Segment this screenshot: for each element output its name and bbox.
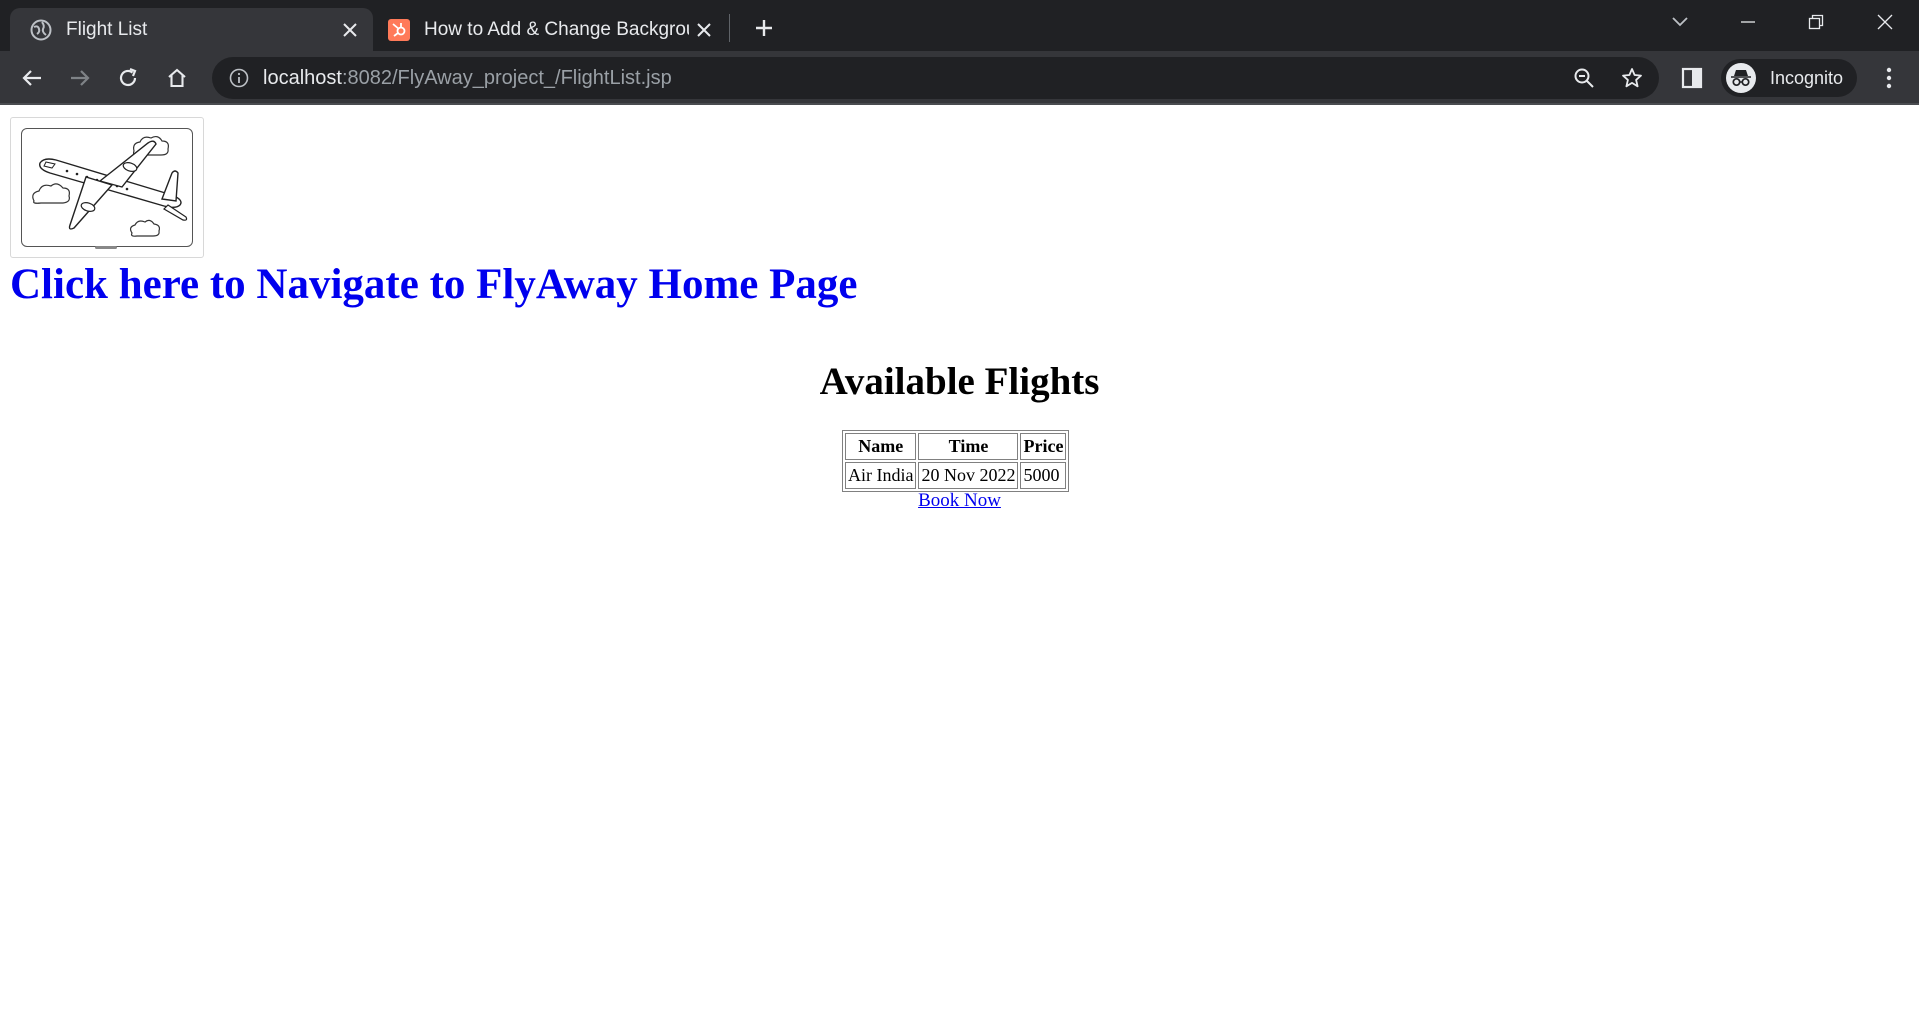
column-header-time: Time bbox=[918, 433, 1019, 460]
home-icon bbox=[168, 68, 186, 88]
flight-name-cell: Air India bbox=[845, 462, 917, 489]
bookmark-star-icon[interactable] bbox=[1614, 60, 1650, 96]
url-host: localhost bbox=[263, 66, 342, 89]
zoom-icon[interactable] bbox=[1566, 60, 1602, 96]
restore-icon bbox=[1808, 14, 1824, 30]
minimize-icon bbox=[1741, 21, 1755, 23]
globe-icon bbox=[30, 19, 52, 41]
menu-button[interactable] bbox=[1871, 60, 1907, 96]
back-button[interactable] bbox=[14, 60, 50, 96]
flight-time-cell: 20 Nov 2022 bbox=[918, 462, 1019, 489]
arrow-left-icon bbox=[22, 70, 41, 86]
table-header-row: Name Time Price bbox=[845, 433, 1067, 460]
new-tab-button[interactable] bbox=[746, 10, 782, 46]
forward-button[interactable] bbox=[62, 60, 98, 96]
home-button[interactable] bbox=[159, 60, 195, 96]
tab-title: Flight List bbox=[66, 18, 148, 40]
browser-tabstrip: Flight List How to Add & Change Backgrou… bbox=[0, 0, 1919, 51]
home-page-link[interactable]: Click here to Navigate to FlyAway Home P… bbox=[10, 260, 857, 309]
address-bar[interactable]: localhost:8082/FlyAway_project_/FlightLi… bbox=[212, 57, 1659, 99]
incognito-icon bbox=[1726, 63, 1756, 93]
plus-icon bbox=[756, 20, 772, 36]
close-icon[interactable] bbox=[335, 15, 365, 45]
airplane-logo-image bbox=[10, 117, 204, 258]
tab-search-button[interactable] bbox=[1652, 0, 1708, 44]
page-title: Available Flights bbox=[819, 360, 1100, 403]
profile-label: Incognito bbox=[1770, 67, 1844, 88]
hubspot-icon bbox=[388, 18, 410, 41]
tab-title: How to Add & Change Background bbox=[424, 18, 689, 40]
table-row: Air India 20 Nov 2022 5000 bbox=[845, 462, 1067, 489]
close-icon bbox=[1877, 14, 1893, 30]
url-text: localhost:8082/FlyAway_project_/FlightLi… bbox=[263, 67, 672, 90]
restore-button[interactable] bbox=[1788, 0, 1844, 44]
side-panel-button[interactable] bbox=[1674, 60, 1710, 96]
column-header-price: Price bbox=[1020, 433, 1067, 460]
url-path: :8082/FlyAway_project_/FlightList.jsp bbox=[341, 66, 672, 89]
kebab-menu-icon bbox=[1886, 67, 1892, 89]
tab-separator bbox=[729, 14, 730, 42]
incognito-profile-button[interactable]: Incognito bbox=[1721, 59, 1857, 97]
tab-flight-list[interactable]: Flight List bbox=[10, 8, 373, 51]
flight-price-cell: 5000 bbox=[1020, 462, 1067, 489]
browser-toolbar: localhost:8082/FlyAway_project_/FlightLi… bbox=[0, 51, 1919, 105]
side-panel-icon bbox=[1681, 67, 1703, 89]
minimize-button[interactable] bbox=[1720, 0, 1776, 44]
tab-background-article[interactable]: How to Add & Change Background bbox=[375, 8, 727, 51]
arrow-right-icon bbox=[71, 70, 90, 86]
page-content: Click here to Navigate to FlyAway Home P… bbox=[0, 107, 1919, 1034]
reload-button[interactable] bbox=[110, 60, 146, 96]
close-window-button[interactable] bbox=[1857, 0, 1913, 44]
reload-icon bbox=[119, 67, 137, 87]
airplane-drawing bbox=[21, 128, 193, 247]
image-handle bbox=[95, 246, 117, 249]
chevron-down-icon bbox=[1672, 17, 1688, 27]
book-now-container: Book Now bbox=[0, 490, 1919, 512]
flights-table: Name Time Price Air India 20 Nov 2022 50… bbox=[842, 430, 1070, 492]
info-icon[interactable] bbox=[227, 66, 251, 90]
book-now-link[interactable]: Book Now bbox=[918, 490, 1001, 511]
close-icon[interactable] bbox=[689, 15, 719, 45]
column-header-name: Name bbox=[845, 433, 917, 460]
